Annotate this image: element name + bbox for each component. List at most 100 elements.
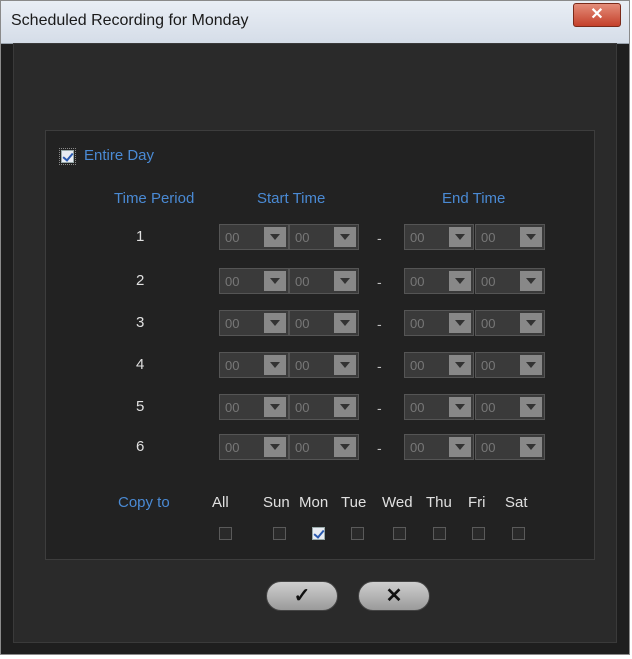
dropdown-arrow-icon[interactable] bbox=[449, 437, 471, 457]
end-minute-select[interactable]: 00 bbox=[475, 352, 545, 378]
select-value: 00 bbox=[481, 316, 496, 331]
select-value: 00 bbox=[410, 230, 425, 245]
start-minute-select[interactable]: 00 bbox=[289, 224, 359, 250]
end-minute-select[interactable]: 00 bbox=[475, 434, 545, 460]
select-value: 00 bbox=[225, 274, 240, 289]
day-checkbox-sat[interactable] bbox=[512, 527, 525, 540]
select-value: 00 bbox=[225, 400, 240, 415]
select-value: 00 bbox=[481, 230, 496, 245]
close-icon: ✕ bbox=[590, 6, 604, 23]
copy-to-label: Copy to bbox=[118, 494, 170, 511]
end-minute-select[interactable]: 00 bbox=[475, 268, 545, 294]
time-separator: - bbox=[377, 316, 382, 332]
day-label-all: All bbox=[212, 494, 229, 511]
start-hour-select[interactable]: 00 bbox=[219, 224, 289, 250]
dropdown-arrow-icon[interactable] bbox=[264, 313, 286, 333]
end-minute-select[interactable]: 00 bbox=[475, 224, 545, 250]
period-number: 1 bbox=[136, 228, 145, 245]
dropdown-arrow-icon[interactable] bbox=[520, 355, 542, 375]
day-checkbox-all[interactable] bbox=[219, 527, 232, 540]
dropdown-arrow-icon[interactable] bbox=[449, 227, 471, 247]
end-hour-select[interactable]: 00 bbox=[404, 394, 474, 420]
day-label-wed: Wed bbox=[382, 494, 413, 511]
select-value: 00 bbox=[225, 230, 240, 245]
day-label-fri: Fri bbox=[468, 494, 486, 511]
dropdown-arrow-icon[interactable] bbox=[520, 227, 542, 247]
start-minute-select[interactable]: 00 bbox=[289, 352, 359, 378]
day-checkbox-tue[interactable] bbox=[351, 527, 364, 540]
start-minute-select[interactable]: 00 bbox=[289, 310, 359, 336]
day-checkbox-mon[interactable] bbox=[312, 527, 325, 540]
entire-day-label: Entire Day bbox=[84, 147, 155, 164]
day-checkbox-sun[interactable] bbox=[273, 527, 286, 540]
dropdown-arrow-icon[interactable] bbox=[449, 397, 471, 417]
end-hour-select[interactable]: 00 bbox=[404, 352, 474, 378]
dropdown-arrow-icon[interactable] bbox=[334, 271, 356, 291]
time-separator: - bbox=[377, 440, 382, 456]
dropdown-arrow-icon[interactable] bbox=[264, 355, 286, 375]
dropdown-arrow-icon[interactable] bbox=[334, 355, 356, 375]
ok-button[interactable]: ✓ bbox=[266, 581, 338, 611]
select-value: 00 bbox=[295, 274, 310, 289]
start-hour-select[interactable]: 00 bbox=[219, 394, 289, 420]
time-separator: - bbox=[377, 230, 382, 246]
start-hour-select[interactable]: 00 bbox=[219, 434, 289, 460]
day-checkbox-thu[interactable] bbox=[433, 527, 446, 540]
dropdown-arrow-icon[interactable] bbox=[449, 355, 471, 375]
dropdown-arrow-icon[interactable] bbox=[334, 397, 356, 417]
select-value: 00 bbox=[410, 440, 425, 455]
dropdown-arrow-icon[interactable] bbox=[449, 271, 471, 291]
select-value: 00 bbox=[225, 316, 240, 331]
select-value: 00 bbox=[410, 316, 425, 331]
select-value: 00 bbox=[295, 440, 310, 455]
dropdown-arrow-icon[interactable] bbox=[520, 271, 542, 291]
select-value: 00 bbox=[481, 274, 496, 289]
day-label-mon: Mon bbox=[299, 494, 329, 511]
header-end-time: End Time bbox=[442, 190, 506, 207]
select-value: 00 bbox=[410, 274, 425, 289]
dropdown-arrow-icon[interactable] bbox=[334, 313, 356, 333]
time-separator: - bbox=[377, 400, 382, 416]
start-hour-select[interactable]: 00 bbox=[219, 352, 289, 378]
dropdown-arrow-icon[interactable] bbox=[334, 227, 356, 247]
time-separator: - bbox=[377, 358, 382, 374]
entire-day-checkbox[interactable] bbox=[59, 148, 76, 165]
period-number: 6 bbox=[136, 438, 145, 455]
start-hour-select[interactable]: 00 bbox=[219, 310, 289, 336]
start-hour-select[interactable]: 00 bbox=[219, 268, 289, 294]
dropdown-arrow-icon[interactable] bbox=[449, 313, 471, 333]
dropdown-arrow-icon[interactable] bbox=[264, 227, 286, 247]
end-hour-select[interactable]: 00 bbox=[404, 310, 474, 336]
day-checkbox-fri[interactable] bbox=[472, 527, 485, 540]
end-hour-select[interactable]: 00 bbox=[404, 434, 474, 460]
select-value: 00 bbox=[481, 358, 496, 373]
dropdown-arrow-icon[interactable] bbox=[264, 437, 286, 457]
header-time-period: Time Period bbox=[114, 190, 195, 207]
day-label-thu: Thu bbox=[426, 494, 452, 511]
start-minute-select[interactable]: 00 bbox=[289, 268, 359, 294]
end-minute-select[interactable]: 00 bbox=[475, 310, 545, 336]
end-hour-select[interactable]: 00 bbox=[404, 268, 474, 294]
end-hour-select[interactable]: 00 bbox=[404, 224, 474, 250]
header-start-time: Start Time bbox=[257, 190, 326, 207]
dropdown-arrow-icon[interactable] bbox=[520, 397, 542, 417]
day-label-sat: Sat bbox=[505, 494, 528, 511]
dropdown-arrow-icon[interactable] bbox=[334, 437, 356, 457]
period-number: 3 bbox=[136, 314, 145, 331]
dropdown-arrow-icon[interactable] bbox=[520, 437, 542, 457]
period-number: 5 bbox=[136, 398, 145, 415]
day-checkbox-wed[interactable] bbox=[393, 527, 406, 540]
dropdown-arrow-icon[interactable] bbox=[264, 397, 286, 417]
start-minute-select[interactable]: 00 bbox=[289, 394, 359, 420]
select-value: 00 bbox=[481, 400, 496, 415]
start-minute-select[interactable]: 00 bbox=[289, 434, 359, 460]
select-value: 00 bbox=[295, 230, 310, 245]
dropdown-arrow-icon[interactable] bbox=[264, 271, 286, 291]
select-value: 00 bbox=[225, 358, 240, 373]
dropdown-arrow-icon[interactable] bbox=[520, 313, 542, 333]
close-button[interactable]: ✕ bbox=[573, 3, 621, 27]
title-bar: Scheduled Recording for Monday ✕ bbox=[1, 1, 629, 44]
window-title: Scheduled Recording for Monday bbox=[11, 12, 249, 29]
cancel-button[interactable]: ✕ bbox=[358, 581, 430, 611]
end-minute-select[interactable]: 00 bbox=[475, 394, 545, 420]
